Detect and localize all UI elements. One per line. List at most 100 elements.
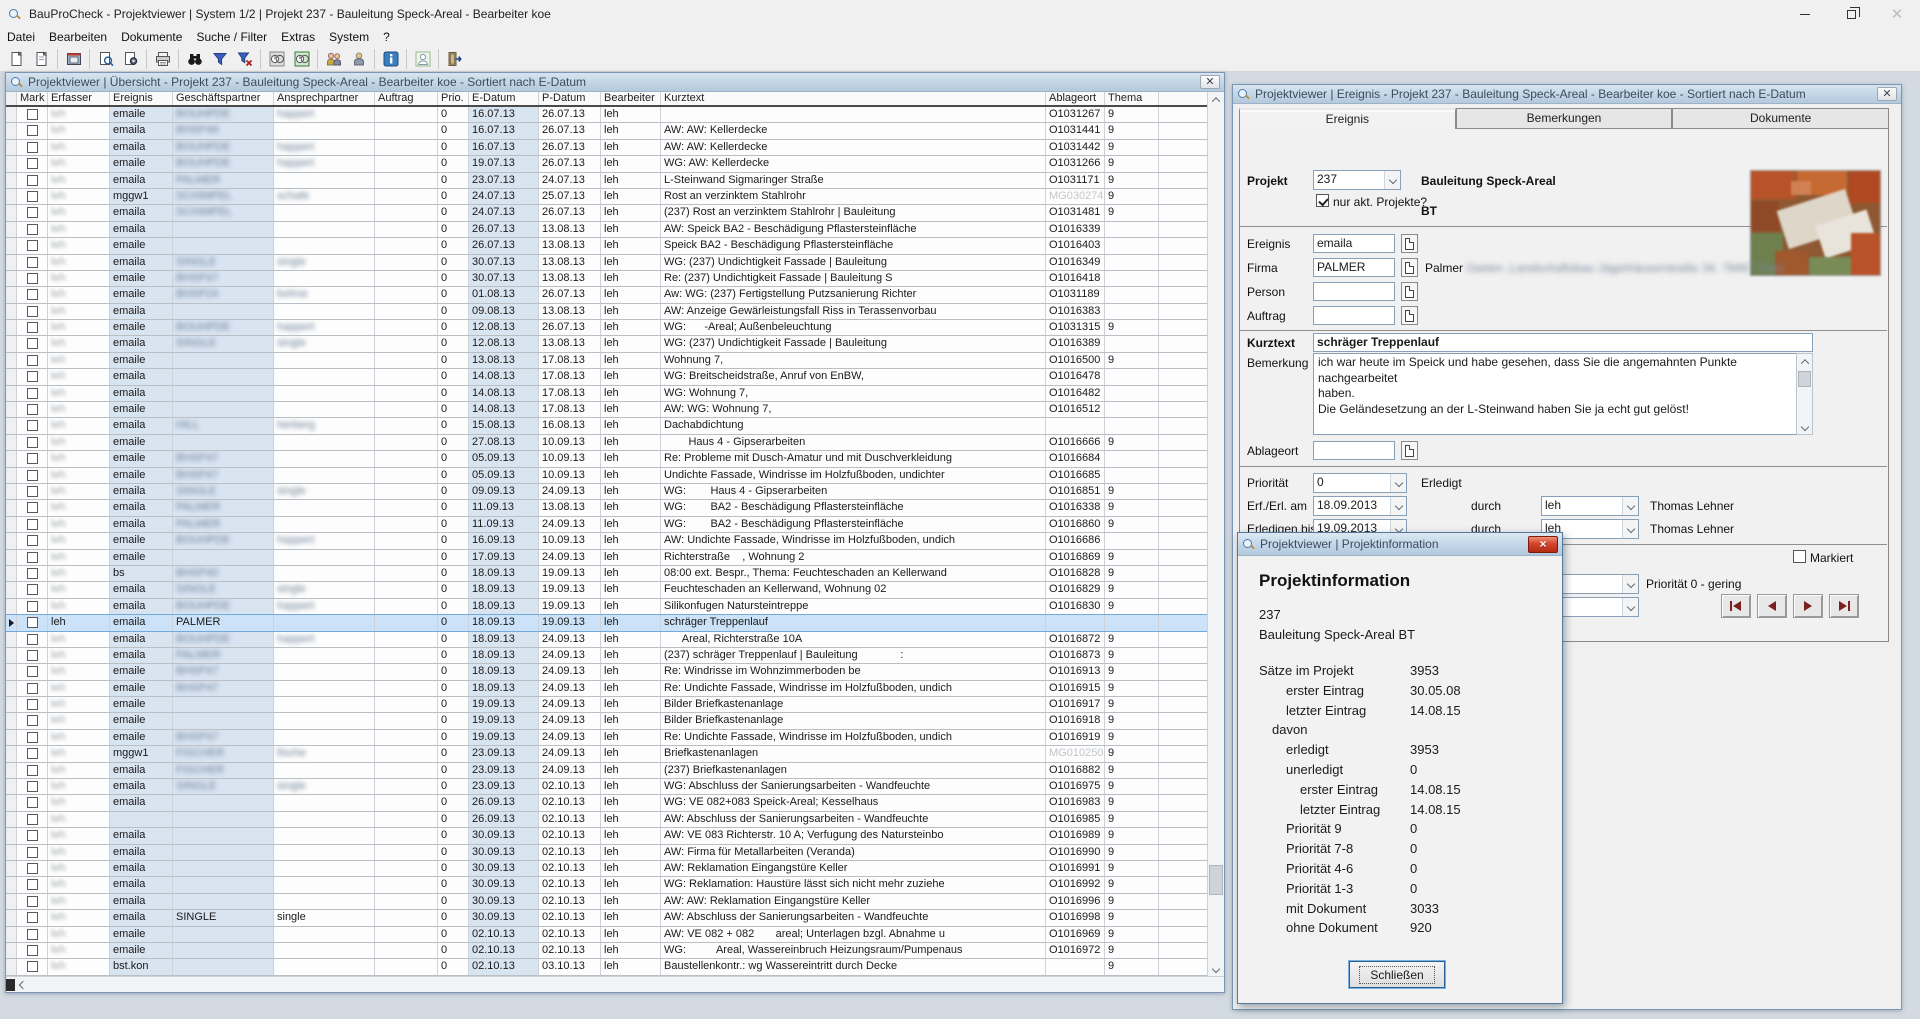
table-row[interactable]: lehemaila009.08.1313.08.13lehAW: Anzeige… [6,304,1207,320]
user-card-button[interactable] [410,48,435,70]
row-checkbox[interactable] [27,961,38,972]
bemerkung-scrollbar[interactable] [1796,353,1813,435]
table-row[interactable]: lehemaileBHSP47019.09.1324.09.13lehRe: U… [6,730,1207,746]
row-checkbox[interactable] [27,388,38,399]
filter-remove-button[interactable] [232,48,257,70]
document-settings-button[interactable] [118,48,143,70]
hours-green-button[interactable] [289,48,314,70]
ereignis-doc-button[interactable] [1401,234,1418,253]
column-header-pd[interactable]: P-Datum [539,92,601,105]
person-doc-button[interactable] [1401,282,1418,301]
column-header-th[interactable]: Thema [1105,92,1159,105]
scrollbar-thumb[interactable] [1209,865,1223,895]
table-row[interactable]: lehemaila030.09.1302.10.13lehAW: Firma f… [6,845,1207,861]
markiert-checkbox[interactable] [1793,550,1806,563]
bemerkung-textarea[interactable]: ich war heute im Speick und habe gesehen… [1313,353,1797,435]
menu-item-dokumente[interactable]: Dokumente [114,29,189,45]
filter-button[interactable] [207,48,232,70]
print-button[interactable] [150,48,175,70]
column-header-auf[interactable]: Auftrag [375,92,438,105]
overview-close-button[interactable]: ✕ [1200,75,1220,89]
row-checkbox[interactable] [27,404,38,415]
ablageort-doc-button[interactable] [1401,441,1418,460]
hours-gray-button[interactable] [264,48,289,70]
auftrag-doc-button[interactable] [1401,306,1418,325]
scroll-down-icon[interactable] [1797,419,1812,434]
table-row[interactable]: lehemaile002.10.1302.10.13lehWG: Areal, … [6,943,1207,959]
row-checkbox[interactable] [27,273,38,284]
column-header-abl[interactable]: Ablageort [1046,92,1105,105]
hscrollbar-thumb[interactable] [6,979,15,991]
table-row[interactable]: lehemaila026.07.1313.08.13lehAW: Speick … [6,222,1207,238]
new-document-2-button[interactable] [29,48,54,70]
table-row[interactable]: lehemailaBOUHPDEhappert018.09.1319.09.13… [6,599,1207,615]
save-button[interactable] [61,48,86,70]
table-row[interactable]: lehemaila030.09.1302.10.13lehAW: AW: Rek… [6,894,1207,910]
row-checkbox[interactable] [27,437,38,448]
column-header-kt[interactable]: Kurztext [661,92,1046,105]
table-row[interactable]: lehemailaPALMER018.09.1324.09.13leh(237)… [6,648,1207,664]
row-checkbox[interactable] [27,797,38,808]
column-header-bea[interactable]: Bearbeiter [601,92,661,105]
nav-next-button[interactable] [1793,594,1823,618]
row-checkbox[interactable] [27,830,38,841]
row-checkbox[interactable] [27,879,38,890]
table-row[interactable]: lehemaila014.08.1317.08.13lehWG: Wohnung… [6,386,1207,402]
menu-item-datei[interactable]: Datei [0,29,42,45]
row-checkbox[interactable] [27,306,38,317]
ablageort-input[interactable] [1313,441,1395,460]
table-row[interactable]: lehemaile002.10.1302.10.13lehAW: VE 082 … [6,927,1207,943]
person-input[interactable] [1313,282,1395,301]
row-checkbox[interactable] [27,420,38,431]
dialog-close-button[interactable]: × [1528,536,1558,553]
scroll-down-icon[interactable] [1208,961,1224,976]
table-row[interactable]: lehemaileBHSP47030.07.1313.08.13lehRe: (… [6,271,1207,287]
column-header-mark[interactable]: Mark [17,92,48,105]
column-header-gp[interactable]: Geschäftspartner [173,92,274,105]
table-row[interactable]: lehbst.kon002.10.1303.10.13lehBaustellen… [6,959,1207,975]
minimize-button[interactable] [1782,0,1828,28]
table-row[interactable]: lehemaila030.09.1302.10.13lehAW: Reklama… [6,861,1207,877]
table-row[interactable]: lehemaileBHSP47005.09.1310.09.13lehRe: P… [6,451,1207,467]
row-checkbox[interactable] [27,322,38,333]
table-row[interactable]: lehemaileBOUHPDEhappert012.08.1326.07.13… [6,320,1207,336]
row-checkbox[interactable] [27,257,38,268]
ereignis-input[interactable]: emaila [1313,234,1395,253]
projekt-select[interactable]: 237 [1313,170,1401,190]
row-checkbox[interactable] [27,617,38,628]
row-checkbox[interactable] [27,650,38,661]
row-checkbox[interactable] [27,470,38,481]
document-preview-button[interactable] [93,48,118,70]
column-header-ap[interactable]: Ansprechpartner [274,92,375,105]
search-binoculars-button[interactable] [182,48,207,70]
row-checkbox[interactable] [27,453,38,464]
row-checkbox[interactable] [27,355,38,366]
dialog-titlebar[interactable]: Projektviewer | Projektinformation × [1238,533,1562,556]
table-row[interactable]: lehemailaPALMER011.09.1313.08.13lehWG: B… [6,500,1207,516]
table-row[interactable]: lehemailaBHSP49016.07.1326.07.13lehAW: A… [6,123,1207,139]
table-row[interactable]: lehemailaSINGLEsingle012.08.1313.08.13le… [6,336,1207,352]
table-row[interactable]: lehemailaSINGLEsingle030.07.1313.08.13le… [6,255,1207,271]
table-row[interactable]: lehemailaSINGLEsingle009.09.1324.09.13le… [6,484,1207,500]
row-checkbox[interactable] [27,568,38,579]
erf-erl-am-select[interactable]: 18.09.2013 [1313,496,1407,516]
column-header-ev[interactable]: Ereignis [110,92,173,105]
table-row[interactable]: lehemaila030.09.1302.10.13lehAW: VE 083 … [6,828,1207,844]
table-row[interactable]: lehemailaSCHIMPEL024.07.1326.07.13leh(23… [6,205,1207,221]
table-row[interactable]: lehemailaSINGLEsingle023.09.1302.10.13le… [6,779,1207,795]
row-checkbox[interactable] [27,929,38,940]
table-row[interactable]: lehemaileBHSP24bohne001.08.1326.07.13leh… [6,287,1207,303]
table-row[interactable]: lehemailaFISCHER023.09.1324.09.13leh(237… [6,763,1207,779]
table-row[interactable]: lehemaileBHSP47005.09.1310.09.13lehUndic… [6,468,1207,484]
table-row[interactable]: lehemaile019.09.1324.09.13lehBilder Brie… [6,713,1207,729]
table-row[interactable]: lehemaila014.08.1317.08.13lehWG: Breitsc… [6,369,1207,385]
row-checkbox[interactable] [27,191,38,202]
table-row[interactable]: lehemaileBOUHPDEhappert016.09.1310.09.13… [6,533,1207,549]
firma-input[interactable]: PALMER [1313,258,1395,277]
tab-dokumente[interactable]: Dokumente [1672,108,1889,129]
row-checkbox[interactable] [27,207,38,218]
menu-item-?[interactable]: ? [376,29,397,45]
row-checkbox[interactable] [27,224,38,235]
row-checkbox[interactable] [27,158,38,169]
row-checkbox[interactable] [27,945,38,956]
